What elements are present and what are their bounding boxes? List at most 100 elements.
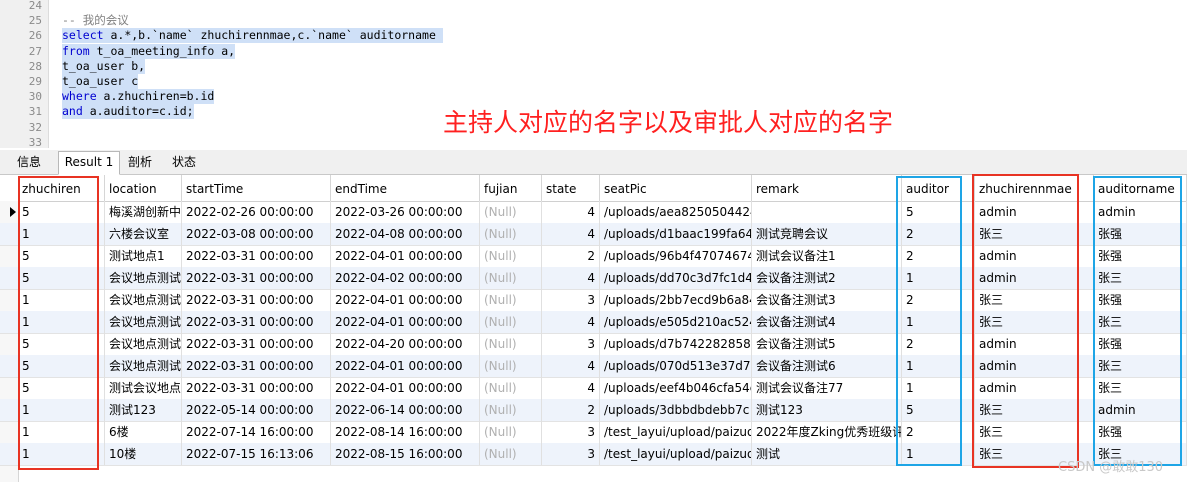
cell-location[interactable]: 梅溪湖创新中心 [105, 201, 182, 223]
cell-zhuchiren[interactable]: 1 [18, 289, 105, 311]
cell-remark[interactable]: 会议备注测试4 [752, 311, 902, 333]
cell-starttime[interactable]: 2022-02-26 00:00:00 [182, 201, 331, 223]
cell-fujian[interactable]: (Null) [480, 223, 542, 245]
cell-fujian[interactable]: (Null) [480, 355, 542, 377]
cell-zhuchiren[interactable]: 1 [18, 311, 105, 333]
cell-endtime[interactable]: 2022-04-08 00:00:00 [331, 223, 480, 245]
cell-auditor[interactable]: 2 [902, 289, 975, 311]
cell-zhuchiren[interactable]: 1 [18, 421, 105, 443]
cell-seatpic[interactable]: /uploads/dd70c3d7fc1d4 [600, 267, 752, 289]
cell-starttime[interactable]: 2022-03-31 00:00:00 [182, 377, 331, 399]
code-text[interactable]: select a.*,b.`name` zhuchirennmae,c.`nam… [62, 28, 443, 44]
tab-status[interactable]: 状态 [164, 152, 204, 173]
cell-zhuchirennmae[interactable]: 张三 [975, 421, 1094, 443]
cell-state[interactable]: 2 [542, 245, 600, 267]
column-header-location[interactable]: location [105, 175, 182, 201]
cell-auditorname[interactable]: 张强 [1094, 223, 1187, 245]
cell-auditorname[interactable]: 张三 [1094, 355, 1187, 377]
cell-auditorname[interactable]: admin [1094, 201, 1187, 223]
cell-remark[interactable] [752, 201, 902, 223]
cell-auditorname[interactable]: 张三 [1094, 377, 1187, 399]
cell-fujian[interactable]: (Null) [480, 377, 542, 399]
cell-fujian[interactable]: (Null) [480, 201, 542, 223]
cell-state[interactable]: 4 [542, 267, 600, 289]
cell-zhuchiren[interactable]: 1 [18, 223, 105, 245]
cell-zhuchiren[interactable]: 5 [18, 355, 105, 377]
cell-remark[interactable]: 会议备注测试3 [752, 289, 902, 311]
cell-fujian[interactable]: (Null) [480, 267, 542, 289]
cell-auditorname[interactable]: 张三 [1094, 311, 1187, 333]
cell-zhuchirennmae[interactable]: admin [975, 267, 1094, 289]
cell-state[interactable]: 4 [542, 223, 600, 245]
tab-info[interactable]: 信息 [8, 152, 50, 173]
cell-zhuchirennmae[interactable]: admin [975, 245, 1094, 267]
cell-seatpic[interactable]: /uploads/eef4b046cfa54c [600, 377, 752, 399]
cell-zhuchiren[interactable]: 5 [18, 267, 105, 289]
cell-location[interactable]: 6楼 [105, 421, 182, 443]
cell-location[interactable]: 测试地点1 [105, 245, 182, 267]
cell-endtime[interactable]: 2022-04-01 00:00:00 [331, 355, 480, 377]
cell-zhuchirennmae[interactable]: 张三 [975, 223, 1094, 245]
cell-zhuchiren[interactable]: 5 [18, 245, 105, 267]
cell-zhuchiren[interactable]: 5 [18, 377, 105, 399]
cell-endtime[interactable]: 2022-04-01 00:00:00 [331, 377, 480, 399]
column-header-zhuchiren[interactable]: zhuchiren [18, 175, 105, 201]
cell-state[interactable]: 3 [542, 289, 600, 311]
code-text[interactable]: t_oa_user c [62, 74, 139, 89]
table-row[interactable]: 5 会议地点测试6 2022-03-31 00:00:00 2022-04-01 0… [0, 355, 1187, 378]
cell-endtime[interactable]: 2022-04-01 00:00:00 [331, 311, 480, 333]
cell-state[interactable]: 3 [542, 443, 600, 465]
cell-zhuchirennmae[interactable]: 张三 [975, 399, 1094, 421]
cell-seatpic[interactable]: /uploads/aea8250504424 [600, 201, 752, 223]
cell-starttime[interactable]: 2022-03-31 00:00:00 [182, 245, 331, 267]
table-row[interactable]: 5 会议地点测试5 2022-03-31 00:00:00 2022-04-20 00… [0, 333, 1187, 356]
table-row[interactable]: 5梅溪湖创新中心2022-02-26 00:00:002022-03-26 00… [0, 201, 1187, 224]
cell-endtime[interactable]: 2022-08-15 16:00:00 [331, 443, 480, 465]
cell-auditor[interactable]: 1 [902, 267, 975, 289]
cell-remark[interactable]: 测试会议备注77 [752, 377, 902, 399]
cell-remark[interactable]: 测试竞聘会议 [752, 223, 902, 245]
column-header-seatpic[interactable]: seatPic [600, 175, 752, 201]
column-header-zhuchirennmae[interactable]: zhuchirennmae [975, 175, 1094, 201]
cell-fujian[interactable]: (Null) [480, 311, 542, 333]
cell-remark[interactable]: 测试123 [752, 399, 902, 421]
cell-auditorname[interactable]: 张三 [1094, 267, 1187, 289]
cell-location[interactable]: 测试会议地点77 [105, 377, 182, 399]
tab-profile[interactable]: 剖析 [120, 152, 160, 173]
cell-fujian[interactable]: (Null) [480, 443, 542, 465]
cell-seatpic[interactable]: /uploads/3dbbdbdebb7c [600, 399, 752, 421]
cell-endtime[interactable]: 2022-04-20 00:00:00 [331, 333, 480, 355]
column-header-remark[interactable]: remark [752, 175, 902, 201]
cell-fujian[interactable]: (Null) [480, 333, 542, 355]
cell-endtime[interactable]: 2022-04-01 00:00:00 [331, 289, 480, 311]
cell-location[interactable]: 会议地点测试3 [105, 289, 182, 311]
cell-starttime[interactable]: 2022-03-31 00:00:00 [182, 355, 331, 377]
cell-state[interactable]: 2 [542, 399, 600, 421]
table-row[interactable]: 5测试会议地点772022-03-31 00:00:002022-04-01 0… [0, 377, 1187, 400]
cell-auditor[interactable]: 1 [902, 443, 975, 465]
sql-editor[interactable]: 24 25 -- 我的会议 26 select a.*,b.`name` zhuchir… [0, 0, 1187, 148]
table-row[interactable]: 1 6楼 2022-07-14 16:00:00 2022-08-14 16:00:0… [0, 421, 1187, 444]
cell-zhuchiren[interactable]: 5 [18, 201, 105, 223]
cell-state[interactable]: 4 [542, 201, 600, 223]
tab-result-1[interactable]: Result 1 [58, 151, 120, 175]
cell-state[interactable]: 3 [542, 421, 600, 443]
cell-seatpic[interactable]: /uploads/d7b7422828584 [600, 333, 752, 355]
code-text[interactable]: t_oa_user b, [62, 58, 146, 74]
cell-location[interactable]: 六楼会议室 [105, 223, 182, 245]
cell-starttime[interactable]: 2022-03-31 00:00:00 [182, 333, 331, 355]
cell-remark[interactable]: 会议备注测试5 [752, 333, 902, 355]
cell-auditorname[interactable]: admin [1094, 399, 1187, 421]
column-header-starttime[interactable]: startTime [182, 175, 331, 201]
cell-seatpic[interactable]: /uploads/96b4f47074674 [600, 245, 752, 267]
table-row[interactable]: 1 10楼 2022-07-15 16:13:06 2022-08-15 16:00:… [0, 443, 1187, 466]
code-text[interactable]: from t_oa_meeting_info a, [62, 43, 236, 59]
cell-zhuchiren[interactable]: 1 [18, 399, 105, 421]
table-row[interactable]: 5 会议地点测试2 2022-03-31 00:00:00 2022-04-02 00… [0, 267, 1187, 290]
cell-starttime[interactable]: 2022-03-31 00:00:00 [182, 311, 331, 333]
cell-starttime[interactable]: 2022-07-14 16:00:00 [182, 421, 331, 443]
cell-location[interactable]: 会议地点测试2 [105, 267, 182, 289]
cell-starttime[interactable]: 2022-07-15 16:13:06 [182, 443, 331, 465]
code-text[interactable]: and a.auditor=c.id; [62, 104, 194, 120]
cell-endtime[interactable]: 2022-04-01 00:00:00 [331, 245, 480, 267]
